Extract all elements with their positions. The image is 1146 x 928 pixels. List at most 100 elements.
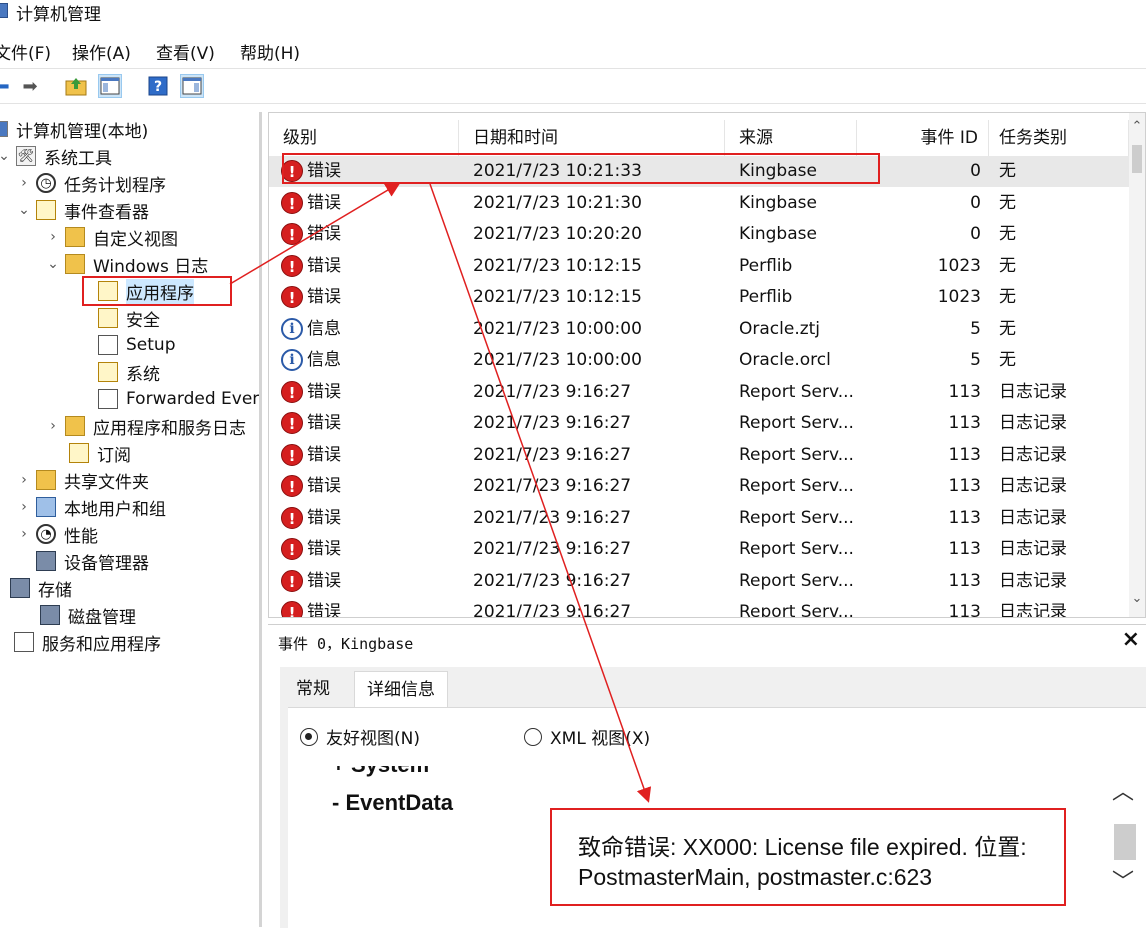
column-category[interactable]: 任务类别: [989, 120, 1129, 156]
radio-friendly-view[interactable]: 友好视图(N): [300, 724, 420, 749]
back-button[interactable]: ⬅: [0, 74, 14, 98]
show-action-pane-button[interactable]: [180, 74, 204, 98]
error-icon: !: [281, 191, 303, 214]
expand-icon[interactable]: ›: [16, 499, 32, 515]
xml-node-eventdata[interactable]: - EventData: [332, 790, 453, 816]
arrow-left-icon: ⬅: [0, 75, 10, 97]
table-row[interactable]: ! 错误 2021/7/23 9:16:27 Report Serv... 113 日志记…: [269, 534, 1129, 565]
show-hide-tree-button[interactable]: [98, 74, 122, 98]
table-row[interactable]: i 信息 2021/7/23 10:00:00 Oracle.orcl 5 无: [269, 345, 1129, 376]
scroll-down-icon[interactable]: ﹀: [1112, 864, 1134, 896]
tree-custom-views[interactable]: › 自定义视图: [45, 224, 178, 250]
tree-windows-logs[interactable]: ⌄ Windows 日志: [45, 251, 208, 277]
scroll-up-icon[interactable]: ︿: [1112, 774, 1134, 806]
menu-help[interactable]: 帮助(H): [240, 39, 300, 64]
table-row[interactable]: ! 错误 2021/7/23 9:16:27 Report Serv... 113 日志记…: [269, 408, 1129, 439]
cell-event-id: 0: [970, 192, 981, 213]
tree-shared-folders[interactable]: › 共享文件夹: [16, 467, 149, 493]
column-level[interactable]: 级别: [269, 120, 459, 156]
tree-security-log[interactable]: 安全: [98, 305, 160, 331]
tree-local-users[interactable]: › 本地用户和组: [16, 494, 166, 520]
title-bar: 计算机管理: [0, 0, 1146, 26]
log-icon: [98, 389, 118, 409]
xml-node-system[interactable]: + System: [332, 766, 429, 778]
cell-event-id: 1023: [937, 255, 981, 276]
list-scrollbar[interactable]: ⌃ ⌄: [1129, 113, 1145, 617]
tree-system-tools[interactable]: ⌄ 🛠 系统工具: [0, 143, 112, 169]
cell-datetime: 2021/7/23 9:16:27: [473, 602, 632, 618]
cell-datetime: 2021/7/23 9:16:27: [473, 570, 632, 591]
help-button[interactable]: ?: [146, 74, 170, 98]
column-datetime[interactable]: 日期和时间: [459, 120, 725, 156]
cell-source: Report Serv...: [739, 539, 854, 559]
table-row[interactable]: ! 错误 2021/7/23 10:12:15 Perflib 1023 无: [269, 251, 1129, 282]
radio-xml-view[interactable]: XML 视图(X): [524, 724, 650, 749]
table-row[interactable]: ! 错误 2021/7/23 9:16:27 Report Serv... 113 日志记…: [269, 440, 1129, 471]
collapse-icon[interactable]: ⌄: [16, 202, 32, 218]
tree-application-log[interactable]: 应用程序: [82, 276, 232, 306]
cell-level: 错误: [307, 287, 341, 307]
scroll-down-icon[interactable]: ⌄: [1129, 591, 1145, 606]
tree-storage[interactable]: 存储: [10, 575, 72, 601]
expand-icon[interactable]: ›: [16, 175, 32, 191]
table-row[interactable]: ! 错误 2021/7/23 9:16:27 Report Serv... 113 日志记…: [269, 471, 1129, 502]
radio-checked-icon[interactable]: [300, 727, 318, 746]
radio-unchecked-icon[interactable]: [524, 727, 542, 746]
cell-event-id: 113: [948, 476, 981, 496]
forward-button[interactable]: ➡: [18, 74, 42, 98]
tree-root[interactable]: 计算机管理(本地): [0, 116, 148, 142]
cell-category: 无: [999, 350, 1016, 370]
tree-subscriptions[interactable]: 订阅: [69, 440, 131, 466]
expand-icon[interactable]: ›: [16, 526, 32, 542]
tree-event-viewer[interactable]: ⌄ 事件查看器: [16, 197, 149, 223]
column-source[interactable]: 来源: [725, 120, 857, 156]
tree-disk-management[interactable]: 磁盘管理: [40, 602, 136, 628]
tab-details[interactable]: 详细信息: [354, 671, 448, 707]
log-icon: [98, 281, 118, 301]
detail-scrollbar[interactable]: ︿ ﹀: [1106, 766, 1142, 914]
expand-icon[interactable]: ›: [45, 229, 61, 245]
table-row[interactable]: ! 错误 2021/7/23 10:20:20 Kingbase 0 无: [269, 219, 1129, 250]
menu-view[interactable]: 查看(V): [156, 39, 215, 64]
expand-icon[interactable]: ›: [16, 472, 32, 488]
menu-action[interactable]: 操作(A): [72, 39, 131, 64]
cell-event-id: 1023: [937, 287, 981, 307]
scroll-thumb[interactable]: [1132, 145, 1142, 173]
error-message-line1: 致命错误: XX000: License file expired. 位置:: [578, 834, 1027, 860]
close-icon[interactable]: ×: [1122, 627, 1140, 652]
window-title: 计算机管理: [16, 5, 101, 25]
cell-level: 错误: [307, 224, 341, 244]
tree-app-service-logs[interactable]: › 应用程序和服务日志: [45, 413, 246, 439]
scroll-up-icon[interactable]: ⌃: [1129, 119, 1145, 134]
table-row[interactable]: ! 错误 2021/7/23 10:21:30 Kingbase 0 无: [269, 188, 1129, 219]
up-button[interactable]: [64, 74, 88, 98]
console-tree-icon: [100, 77, 120, 95]
table-row[interactable]: ! 错误 2021/7/23 10:12:15 Perflib 1023 无: [269, 282, 1129, 313]
collapse-icon[interactable]: ⌄: [0, 148, 12, 164]
tree-services-apps[interactable]: 服务和应用程序: [14, 629, 161, 655]
tree-device-manager[interactable]: 设备管理器: [36, 548, 149, 574]
cell-datetime: 2021/7/23 10:21:30: [473, 192, 642, 213]
table-row[interactable]: ! 错误 2021/7/23 9:16:27 Report Serv... 113 日志记…: [269, 566, 1129, 597]
table-row[interactable]: ! 错误 2021/7/23 9:16:27 Report Serv... 113 日志记…: [269, 377, 1129, 408]
tree-system-log[interactable]: 系统: [98, 359, 160, 385]
disk-icon: [40, 605, 60, 625]
tab-general[interactable]: 常规: [284, 671, 342, 707]
table-row[interactable]: ! 错误 2021/7/23 9:16:27 Report Serv... 113 日志记…: [269, 597, 1129, 618]
tree-forwarded-events[interactable]: Forwarded Even: [98, 386, 259, 412]
tree-performance[interactable]: › ◔ 性能: [16, 521, 98, 547]
column-event-id[interactable]: 事件 ID: [857, 120, 989, 156]
cell-source: Report Serv...: [739, 413, 854, 433]
cell-event-id: 113: [948, 444, 981, 465]
cell-source: Perflib: [739, 287, 793, 307]
menu-file[interactable]: 文件(F): [0, 39, 51, 64]
error-icon: !: [281, 601, 303, 617]
scroll-thumb[interactable]: [1114, 824, 1136, 860]
table-row[interactable]: ! 错误 2021/7/23 9:16:27 Report Serv... 113 日志记…: [269, 503, 1129, 534]
tree-task-scheduler[interactable]: › ◷ 任务计划程序: [16, 170, 166, 196]
collapse-icon[interactable]: ⌄: [45, 256, 61, 272]
info-icon: i: [281, 349, 303, 371]
expand-icon[interactable]: ›: [45, 418, 61, 434]
tree-setup-log[interactable]: Setup: [98, 332, 175, 358]
table-row[interactable]: i 信息 2021/7/23 10:00:00 Oracle.ztj 5 无: [269, 314, 1129, 345]
